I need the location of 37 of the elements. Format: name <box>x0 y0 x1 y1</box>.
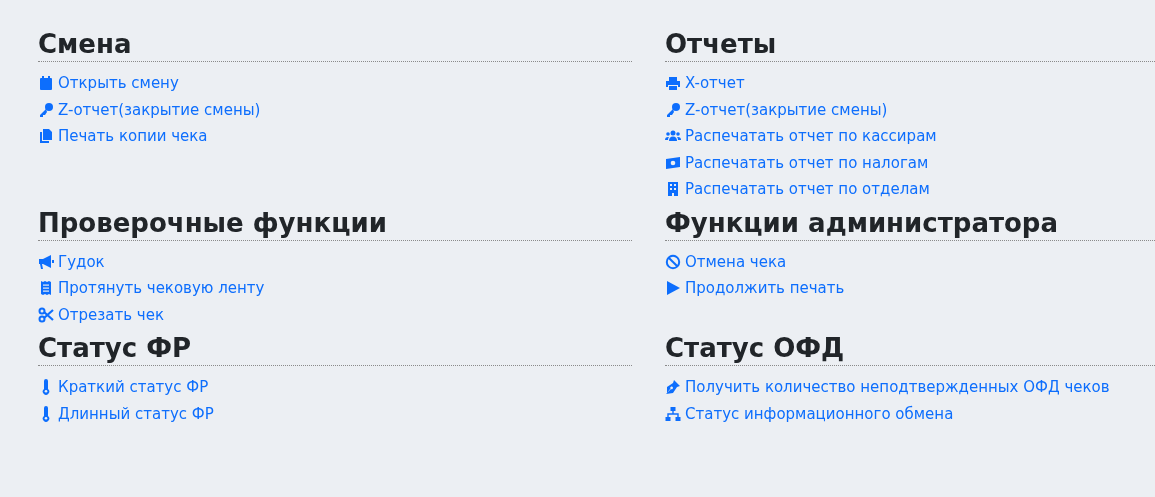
pen-icon <box>665 379 681 396</box>
action-link[interactable]: Статус информационного обмена <box>665 400 954 427</box>
action-link[interactable]: Распечатать отчет по кассирам <box>665 123 937 150</box>
network-icon <box>665 405 681 422</box>
action-link[interactable]: Протянуть чековую ленту <box>38 275 265 302</box>
key-icon <box>665 101 681 118</box>
megaphone-icon <box>38 253 54 270</box>
action-link[interactable]: Распечатать отчет по налогам <box>665 149 929 176</box>
action-link[interactable]: Отмена чека <box>665 248 787 275</box>
key-icon <box>38 101 54 118</box>
action-link[interactable]: Z-отчет(закрытие смены) <box>38 96 261 123</box>
section-heading: Статус ОФД <box>665 332 1155 366</box>
building-icon <box>665 181 681 198</box>
section-heading: Смена <box>38 28 632 62</box>
section-heading: Статус ФР <box>38 332 632 366</box>
copy-icon <box>38 128 54 145</box>
action-link[interactable]: Отрезать чек <box>38 301 164 328</box>
section-heading: Проверочные функции <box>38 206 632 241</box>
action-link[interactable]: Получить количество неподтвержденных ОФД чеков <box>665 374 1110 401</box>
action-link[interactable]: Открыть смену <box>38 70 179 97</box>
banknote-icon <box>665 154 681 171</box>
printer-icon <box>665 75 681 92</box>
play-icon <box>665 280 681 297</box>
action-link[interactable]: Распечатать отчет по отделам <box>665 176 930 203</box>
section-heading: Отчеты <box>665 28 1155 62</box>
section-heading: Функции администратора <box>665 206 1155 241</box>
action-link[interactable]: Длинный статус ФР <box>38 400 214 427</box>
action-link[interactable]: Печать копии чека <box>38 123 208 150</box>
ban-icon <box>665 253 681 270</box>
action-link[interactable]: X-отчет <box>665 70 745 97</box>
scissors-icon <box>38 306 54 323</box>
calendar-icon <box>38 75 54 92</box>
receipt-icon <box>38 280 54 297</box>
action-link[interactable]: Гудок <box>38 248 105 275</box>
action-link[interactable]: Краткий статус ФР <box>38 374 209 401</box>
action-link[interactable]: Продолжить печать <box>665 275 845 302</box>
action-link[interactable]: Z-отчет(закрытие смены) <box>665 96 888 123</box>
